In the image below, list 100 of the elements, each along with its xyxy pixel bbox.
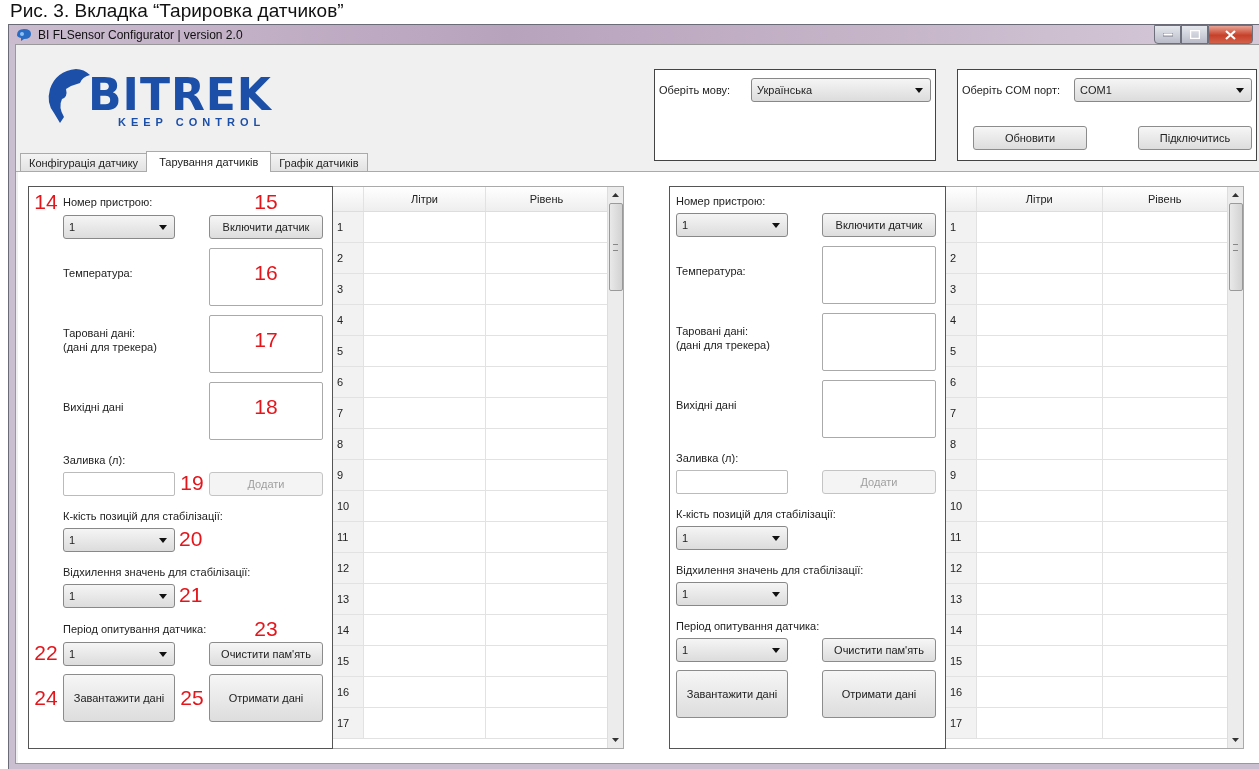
period-dropdown[interactable]: 1 (63, 642, 175, 666)
row-number: 6 (333, 367, 363, 397)
row-number: 8 (333, 429, 363, 459)
device-dropdown[interactable]: 1 (676, 213, 788, 237)
row-number: 14 (946, 615, 976, 645)
readout-field[interactable] (209, 382, 323, 440)
row-number: 17 (333, 708, 363, 738)
callout-number: 15 (254, 191, 278, 213)
callout-number: 20 (179, 528, 203, 550)
caret-icon (1236, 87, 1244, 93)
tab[interactable]: Тарування датчиків (146, 151, 272, 172)
enable-sensor-button[interactable]: Включити датчик (822, 213, 936, 237)
row-number: 10 (946, 491, 976, 521)
field-label: Номер пристрою: (63, 195, 154, 210)
row-number: 10 (333, 491, 363, 521)
app-icon (15, 27, 33, 42)
port-button[interactable]: Обновити (973, 126, 1087, 150)
load-data-button[interactable]: Завантажити дані (63, 674, 175, 722)
dropdown[interactable]: 1 (676, 526, 788, 550)
scrollbar[interactable] (1227, 187, 1243, 748)
readout-field[interactable] (822, 246, 936, 304)
language-dropdown[interactable]: Українська (751, 78, 931, 102)
column-header[interactable]: Літри (976, 187, 1102, 211)
row-number: 15 (333, 646, 363, 676)
tab[interactable]: Конфігурація датчику (20, 153, 148, 171)
row-number: 2 (333, 243, 363, 273)
figure-caption: Рис. 3. Вкладка “Тарировка датчиков” (9, 0, 345, 23)
field-label: Номер пристрою: (676, 194, 767, 209)
row-number: 14 (333, 615, 363, 645)
port-button[interactable]: Підключитись (1138, 126, 1252, 150)
minimize-button[interactable] (1154, 25, 1181, 44)
get-data-button[interactable]: Отримати дані (822, 670, 936, 718)
row-number: 11 (946, 522, 976, 552)
scroll-up-icon (612, 193, 619, 197)
column-header[interactable]: Літри (363, 187, 485, 211)
language-label: Оберіть мову: (659, 84, 731, 96)
field-label: Заливка (л): (63, 453, 127, 468)
caret-icon (772, 535, 780, 541)
callout-number: 24 (34, 687, 58, 709)
get-data-button[interactable]: Отримати дані (209, 674, 323, 722)
readout-field[interactable] (209, 315, 323, 373)
field-label: К-кість позицій для стабілізації: (676, 507, 836, 522)
caret-icon (915, 87, 923, 93)
logo-wordmark: BITREK (88, 75, 272, 115)
close-icon (1225, 29, 1236, 40)
clear-memory-button[interactable]: Очистити пам'ять (822, 638, 936, 662)
callout-number: 22 (34, 642, 58, 664)
readout-field[interactable] (209, 248, 323, 306)
scroll-up-icon (1232, 193, 1239, 197)
row-number: 4 (946, 305, 976, 335)
scrollbar[interactable] (607, 187, 623, 748)
field-label: Таровані дані: (дані для трекера) (63, 325, 158, 354)
field-label: К-кість позицій для стабілізації: (63, 509, 223, 524)
tab[interactable]: Графік датчиків (270, 153, 368, 171)
readout-field[interactable] (822, 380, 936, 438)
load-data-button[interactable]: Завантажити дані (676, 670, 788, 718)
row-number: 13 (946, 584, 976, 614)
clear-memory-button[interactable]: Очистити пам'ять (209, 642, 323, 666)
field-label: Вихідні дані (63, 399, 125, 414)
device-dropdown[interactable]: 1 (63, 215, 175, 239)
field-label: Заливка (л): (676, 451, 740, 466)
row-number: 9 (946, 460, 976, 490)
dropdown[interactable]: 1 (676, 582, 788, 606)
port-label: Оберіть COM порт: (962, 84, 1060, 96)
period-dropdown[interactable]: 1 (676, 638, 788, 662)
field-label: Таровані дані: (дані для трекера) (676, 323, 771, 352)
fill-input[interactable] (676, 470, 788, 494)
row-number: 2 (946, 243, 976, 273)
field-label: Період опитування датчика: (63, 622, 208, 637)
scroll-down-icon (1232, 738, 1239, 742)
close-button[interactable] (1208, 25, 1253, 44)
row-number: 15 (946, 646, 976, 676)
row-number: 1 (333, 212, 363, 242)
window-title: BI FLSensor Configurator | version 2.0 (38, 27, 243, 42)
row-number: 17 (946, 708, 976, 738)
logo-tagline: KEEP CONTROL (118, 115, 267, 129)
row-number: 4 (333, 305, 363, 335)
row-number: 3 (946, 274, 976, 304)
readout-field[interactable] (822, 313, 936, 371)
caret-icon (159, 593, 167, 599)
caret-icon (159, 537, 167, 543)
row-number: 5 (946, 336, 976, 366)
port-dropdown[interactable]: COM1 (1074, 78, 1252, 102)
row-number: 11 (333, 522, 363, 552)
row-number: 16 (333, 677, 363, 707)
callout-number: 25 (180, 687, 204, 709)
field-label: Відхилення значень для стабілізації: (676, 563, 864, 578)
maximize-button[interactable] (1181, 25, 1208, 44)
row-number: 12 (333, 553, 363, 583)
fill-input[interactable] (63, 472, 175, 496)
dropdown[interactable]: 1 (63, 584, 175, 608)
minimize-icon (1162, 32, 1173, 37)
row-number: 7 (946, 398, 976, 428)
row-number: 9 (333, 460, 363, 490)
maximize-icon (1189, 30, 1200, 39)
callout-number: 23 (254, 618, 278, 640)
dropdown[interactable]: 1 (63, 528, 175, 552)
caret-icon (159, 224, 167, 230)
callout-number: 14 (34, 191, 58, 213)
enable-sensor-button[interactable]: Включити датчик (209, 215, 323, 239)
